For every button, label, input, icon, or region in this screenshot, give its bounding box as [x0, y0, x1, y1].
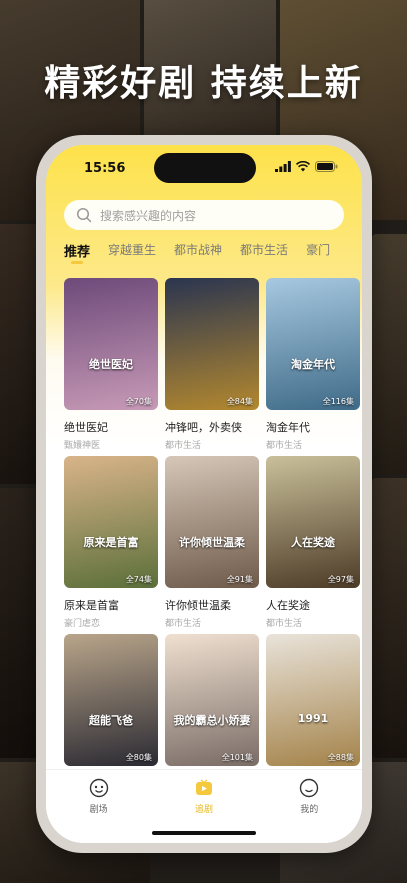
status-bar: 15:56 — [46, 145, 362, 189]
bottom-tab-bar: 剧场 追剧 我的 — [46, 769, 362, 843]
profile-icon — [300, 778, 319, 798]
theater-icon — [89, 778, 108, 798]
poster-artwork — [165, 634, 259, 766]
episode-count: 全84集 — [226, 397, 253, 406]
poster-artwork — [266, 278, 360, 410]
drama-tag: 都市生活 — [266, 441, 303, 451]
poster-artwork — [165, 278, 259, 410]
drama-card[interactable]: 许你倾世温柔 全91集 许你倾世温柔 都市生活 — [165, 456, 259, 634]
drama-title[interactable]: 原来是首富 — [64, 597, 158, 613]
drama-poster[interactable]: 人在奖途全97集 — [266, 456, 360, 588]
wifi-icon — [296, 161, 310, 172]
poster-title-art: 原来是首富 — [83, 536, 139, 549]
drama-title[interactable]: 冲锋吧，外卖侠 — [165, 419, 259, 435]
drama-tag: 甄嬛神医 — [64, 441, 101, 451]
drama-card[interactable]: 绝世医妃 全70集 绝世医妃 甄嬛神医 — [64, 278, 158, 456]
poster-artwork — [266, 634, 360, 766]
drama-title[interactable]: 许你倾世温柔 — [165, 597, 259, 613]
tab-wealthy-family[interactable]: 豪门 — [306, 241, 330, 267]
tabbar-theater[interactable]: 剧场 — [69, 778, 129, 843]
poster-artwork — [165, 456, 259, 588]
home-indicator — [152, 831, 256, 835]
drama-tag: 豪门虐恋 — [64, 619, 101, 629]
drama-grid: 绝世医妃 全70集 绝世医妃 甄嬛神医 全84集 冲锋吧，外卖侠 都市生活 淘金年代 全116集… — [64, 278, 362, 812]
drama-poster[interactable]: 淘金年代全116集 — [266, 278, 360, 410]
episode-count: 全101集 — [221, 753, 253, 762]
tab-urban-warrior[interactable]: 都市战神 — [174, 241, 222, 267]
app-screen: 15:56 搜索感兴趣的内容 推荐 穿越重生 都市战神 都市生活 豪门 绝世医妃… — [46, 145, 362, 843]
search-placeholder: 搜索感兴趣的内容 — [100, 208, 197, 223]
drama-card[interactable]: 人在奖途 全97集 人在奖途 都市生活 — [266, 456, 360, 634]
poster-title-art: 我的霸总小娇妻 — [173, 714, 251, 727]
poster-title-art: 1991 — [297, 712, 329, 725]
poster-artwork — [266, 456, 360, 588]
episode-count: 全88集 — [327, 753, 354, 762]
tabbar-profile[interactable]: 我的 — [279, 778, 339, 843]
drama-tag: 都市生活 — [165, 441, 202, 451]
phone-frame: 15:56 搜索感兴趣的内容 推荐 穿越重生 都市战神 都市生活 豪门 绝世医妃… — [36, 135, 372, 853]
battery-icon — [315, 161, 338, 172]
search-bar[interactable]: 搜索感兴趣的内容 — [64, 200, 344, 230]
poster-title-art: 淘金年代 — [291, 358, 335, 371]
drama-poster[interactable]: 超能飞爸全80集 — [64, 634, 158, 766]
tab-time-travel[interactable]: 穿越重生 — [108, 241, 156, 267]
drama-card[interactable]: 原来是首富 全74集 原来是首富 豪门虐恋 — [64, 456, 158, 634]
poster-title-art: 绝世医妃 — [89, 358, 133, 371]
episode-count: 全70集 — [125, 397, 152, 406]
signal-icon — [275, 161, 291, 172]
drama-poster[interactable]: 绝世医妃全70集 — [64, 278, 158, 410]
tabbar-label: 追剧 — [194, 805, 213, 815]
episode-count: 全116集 — [322, 397, 354, 406]
poster-artwork — [64, 634, 158, 766]
tv-icon — [195, 779, 212, 795]
tabbar-label: 我的 — [300, 805, 319, 815]
drama-poster[interactable]: 我的霸总小娇妻全101集 — [165, 634, 259, 766]
tabbar-label: 剧场 — [89, 805, 108, 815]
drama-title[interactable]: 淘金年代 — [266, 419, 360, 435]
drama-title[interactable]: 绝世医妃 — [64, 419, 158, 435]
category-tabs: 推荐 穿越重生 都市战神 都市生活 豪门 — [64, 241, 362, 267]
drama-poster[interactable]: 1991 全88集 — [266, 634, 360, 766]
poster-artwork — [64, 278, 158, 410]
tab-urban-life[interactable]: 都市生活 — [240, 241, 288, 267]
episode-count: 全74集 — [125, 575, 152, 584]
drama-card[interactable]: 全84集冲锋吧，外卖侠都市生活 — [165, 278, 259, 456]
dynamic-island — [154, 153, 256, 183]
poster-artwork — [64, 456, 158, 588]
search-icon — [76, 207, 92, 223]
poster-title-art: 超能飞爸 — [89, 714, 133, 727]
status-time: 15:56 — [84, 161, 126, 176]
episode-count: 全97集 — [327, 575, 354, 584]
episode-count: 全80集 — [125, 753, 152, 762]
drama-title[interactable]: 人在奖途 — [266, 597, 360, 613]
episode-count: 全91集 — [226, 575, 253, 584]
drama-poster[interactable]: 全84集 — [165, 278, 259, 410]
drama-poster[interactable]: 许你倾世温柔全91集 — [165, 456, 259, 588]
promo-headline: 精彩好剧 持续上新 — [44, 63, 363, 104]
drama-tag: 都市生活 — [165, 619, 202, 629]
drama-tag: 都市生活 — [266, 619, 303, 629]
tab-recommended[interactable]: 推荐 — [64, 241, 90, 267]
drama-poster[interactable]: 原来是首富全74集 — [64, 456, 158, 588]
poster-title-art: 许你倾世温柔 — [179, 536, 245, 549]
status-icons — [275, 161, 338, 172]
poster-title-art: 人在奖途 — [291, 536, 335, 549]
drama-card[interactable]: 淘金年代 全116集 淘金年代 都市生活 — [266, 278, 360, 456]
